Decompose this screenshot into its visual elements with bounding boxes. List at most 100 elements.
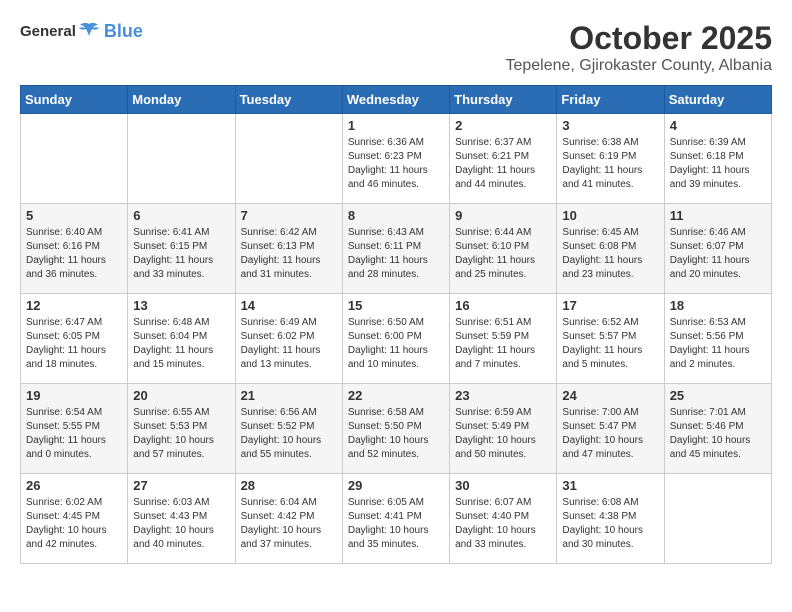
calendar-day-cell: 16Sunrise: 6:51 AM Sunset: 5:59 PM Dayli… [450, 294, 557, 384]
day-info: Sunrise: 6:05 AM Sunset: 4:41 PM Dayligh… [348, 496, 444, 552]
calendar-day-cell: 23 Sunrise: 6:59 AM Sunset: 5:49 PM Dayli… [450, 384, 557, 474]
calendar-header-row: SundayMondayTuesdayWednesdayThursdayFrid… [21, 86, 772, 114]
calendar-day-cell: 27 Sunrise: 6:03 AM Sunset: 4:43 PM Dayli… [128, 474, 235, 564]
calendar-week-row: 19 Sunrise: 6:54 AM Sunset: 5:55 PM Dayli… [21, 384, 772, 474]
day-number: 24 [562, 388, 658, 403]
calendar-day-cell: 17 Sunrise: 6:52 AM Sunset: 5:57 PM Dayli… [557, 294, 664, 384]
day-number: 15 [348, 298, 444, 313]
weekday-header: Wednesday [342, 86, 449, 114]
day-info: Sunrise: 6:04 AM Sunset: 4:42 PM Dayligh… [241, 496, 337, 552]
day-number: 12 [26, 298, 122, 313]
calendar-day-cell: 8 Sunrise: 6:43 AM Sunset: 6:11 PM Daylig… [342, 204, 449, 294]
weekday-header: Friday [557, 86, 664, 114]
day-number: 27 [133, 478, 229, 493]
day-info: Sunrise: 6:37 AM Sunset: 6:21 PM Dayligh… [455, 136, 551, 192]
weekday-header: Saturday [664, 86, 771, 114]
page-header: General Blue October 2025 Tepelene, Gjir… [20, 20, 772, 75]
day-info: Sunrise: 6:54 AM Sunset: 5:55 PM Dayligh… [26, 406, 122, 462]
day-number: 11 [670, 208, 766, 223]
day-info: Sunrise: 6:02 AM Sunset: 4:45 PM Dayligh… [26, 496, 122, 552]
day-number: 21 [241, 388, 337, 403]
calendar-day-cell: 9Sunrise: 6:44 AM Sunset: 6:10 PM Daylig… [450, 204, 557, 294]
day-info: Sunrise: 6:49 AM Sunset: 6:02 PM Dayligh… [241, 316, 337, 372]
calendar-day-cell [128, 114, 235, 204]
day-number: 29 [348, 478, 444, 493]
day-info: Sunrise: 6:41 AM Sunset: 6:15 PM Dayligh… [133, 226, 229, 282]
calendar-day-cell [21, 114, 128, 204]
weekday-header: Tuesday [235, 86, 342, 114]
day-number: 4 [670, 118, 766, 133]
day-info: Sunrise: 6:42 AM Sunset: 6:13 PM Dayligh… [241, 226, 337, 282]
day-number: 3 [562, 118, 658, 133]
day-number: 7 [241, 208, 337, 223]
day-info: Sunrise: 6:59 AM Sunset: 5:49 PM Dayligh… [455, 406, 551, 462]
calendar-title: October 2025 [505, 20, 772, 57]
calendar-day-cell: 24Sunrise: 7:00 AM Sunset: 5:47 PM Dayli… [557, 384, 664, 474]
day-info: Sunrise: 6:07 AM Sunset: 4:40 PM Dayligh… [455, 496, 551, 552]
day-info: Sunrise: 6:40 AM Sunset: 6:16 PM Dayligh… [26, 226, 122, 282]
day-number: 10 [562, 208, 658, 223]
day-info: Sunrise: 7:01 AM Sunset: 5:46 PM Dayligh… [670, 406, 766, 462]
day-info: Sunrise: 6:52 AM Sunset: 5:57 PM Dayligh… [562, 316, 658, 372]
calendar-table: SundayMondayTuesdayWednesdayThursdayFrid… [20, 85, 772, 564]
day-number: 18 [670, 298, 766, 313]
day-info: Sunrise: 6:38 AM Sunset: 6:19 PM Dayligh… [562, 136, 658, 192]
calendar-day-cell: 15 Sunrise: 6:50 AM Sunset: 6:00 PM Dayli… [342, 294, 449, 384]
day-info: Sunrise: 6:36 AM Sunset: 6:23 PM Dayligh… [348, 136, 444, 192]
calendar-day-cell: 25 Sunrise: 7:01 AM Sunset: 5:46 PM Dayli… [664, 384, 771, 474]
calendar-week-row: 26 Sunrise: 6:02 AM Sunset: 4:45 PM Dayli… [21, 474, 772, 564]
calendar-day-cell: 28 Sunrise: 6:04 AM Sunset: 4:42 PM Dayli… [235, 474, 342, 564]
day-number: 9 [455, 208, 551, 223]
calendar-day-cell: 5 Sunrise: 6:40 AM Sunset: 6:16 PM Daylig… [21, 204, 128, 294]
day-number: 6 [133, 208, 229, 223]
logo-general: General [20, 23, 76, 40]
calendar-day-cell: 22 Sunrise: 6:58 AM Sunset: 5:50 PM Dayli… [342, 384, 449, 474]
day-info: Sunrise: 6:58 AM Sunset: 5:50 PM Dayligh… [348, 406, 444, 462]
day-info: Sunrise: 6:51 AM Sunset: 5:59 PM Dayligh… [455, 316, 551, 372]
calendar-day-cell [664, 474, 771, 564]
day-info: Sunrise: 6:39 AM Sunset: 6:18 PM Dayligh… [670, 136, 766, 192]
logo-icon: General [20, 20, 100, 42]
calendar-day-cell: 13 Sunrise: 6:48 AM Sunset: 6:04 PM Dayli… [128, 294, 235, 384]
calendar-day-cell [235, 114, 342, 204]
calendar-day-cell: 1 Sunrise: 6:36 AM Sunset: 6:23 PM Daylig… [342, 114, 449, 204]
day-info: Sunrise: 6:48 AM Sunset: 6:04 PM Dayligh… [133, 316, 229, 372]
calendar-day-cell: 19 Sunrise: 6:54 AM Sunset: 5:55 PM Dayli… [21, 384, 128, 474]
calendar-day-cell: 31Sunrise: 6:08 AM Sunset: 4:38 PM Dayli… [557, 474, 664, 564]
calendar-day-cell: 6 Sunrise: 6:41 AM Sunset: 6:15 PM Daylig… [128, 204, 235, 294]
calendar-subtitle: Tepelene, Gjirokaster County, Albania [505, 57, 772, 75]
day-number: 8 [348, 208, 444, 223]
day-number: 1 [348, 118, 444, 133]
weekday-header: Sunday [21, 86, 128, 114]
logo-blue: Blue [104, 21, 143, 42]
day-number: 20 [133, 388, 229, 403]
title-area: October 2025 Tepelene, Gjirokaster Count… [505, 20, 772, 75]
calendar-day-cell: 4 Sunrise: 6:39 AM Sunset: 6:18 PM Daylig… [664, 114, 771, 204]
day-number: 19 [26, 388, 122, 403]
day-number: 13 [133, 298, 229, 313]
day-info: Sunrise: 6:08 AM Sunset: 4:38 PM Dayligh… [562, 496, 658, 552]
calendar-day-cell: 26 Sunrise: 6:02 AM Sunset: 4:45 PM Dayli… [21, 474, 128, 564]
day-info: Sunrise: 6:50 AM Sunset: 6:00 PM Dayligh… [348, 316, 444, 372]
day-number: 5 [26, 208, 122, 223]
calendar-day-cell: 3 Sunrise: 6:38 AM Sunset: 6:19 PM Daylig… [557, 114, 664, 204]
calendar-day-cell: 18 Sunrise: 6:53 AM Sunset: 5:56 PM Dayli… [664, 294, 771, 384]
day-info: Sunrise: 6:03 AM Sunset: 4:43 PM Dayligh… [133, 496, 229, 552]
day-number: 30 [455, 478, 551, 493]
day-number: 2 [455, 118, 551, 133]
day-info: Sunrise: 6:56 AM Sunset: 5:52 PM Dayligh… [241, 406, 337, 462]
day-info: Sunrise: 6:55 AM Sunset: 5:53 PM Dayligh… [133, 406, 229, 462]
day-number: 14 [241, 298, 337, 313]
calendar-week-row: 1 Sunrise: 6:36 AM Sunset: 6:23 PM Daylig… [21, 114, 772, 204]
calendar-day-cell: 7 Sunrise: 6:42 AM Sunset: 6:13 PM Daylig… [235, 204, 342, 294]
day-info: Sunrise: 6:53 AM Sunset: 5:56 PM Dayligh… [670, 316, 766, 372]
day-number: 26 [26, 478, 122, 493]
day-info: Sunrise: 6:43 AM Sunset: 6:11 PM Dayligh… [348, 226, 444, 282]
day-number: 22 [348, 388, 444, 403]
day-number: 25 [670, 388, 766, 403]
logo-bird-icon [78, 20, 100, 42]
day-number: 23 [455, 388, 551, 403]
day-number: 17 [562, 298, 658, 313]
day-number: 28 [241, 478, 337, 493]
weekday-header: Thursday [450, 86, 557, 114]
